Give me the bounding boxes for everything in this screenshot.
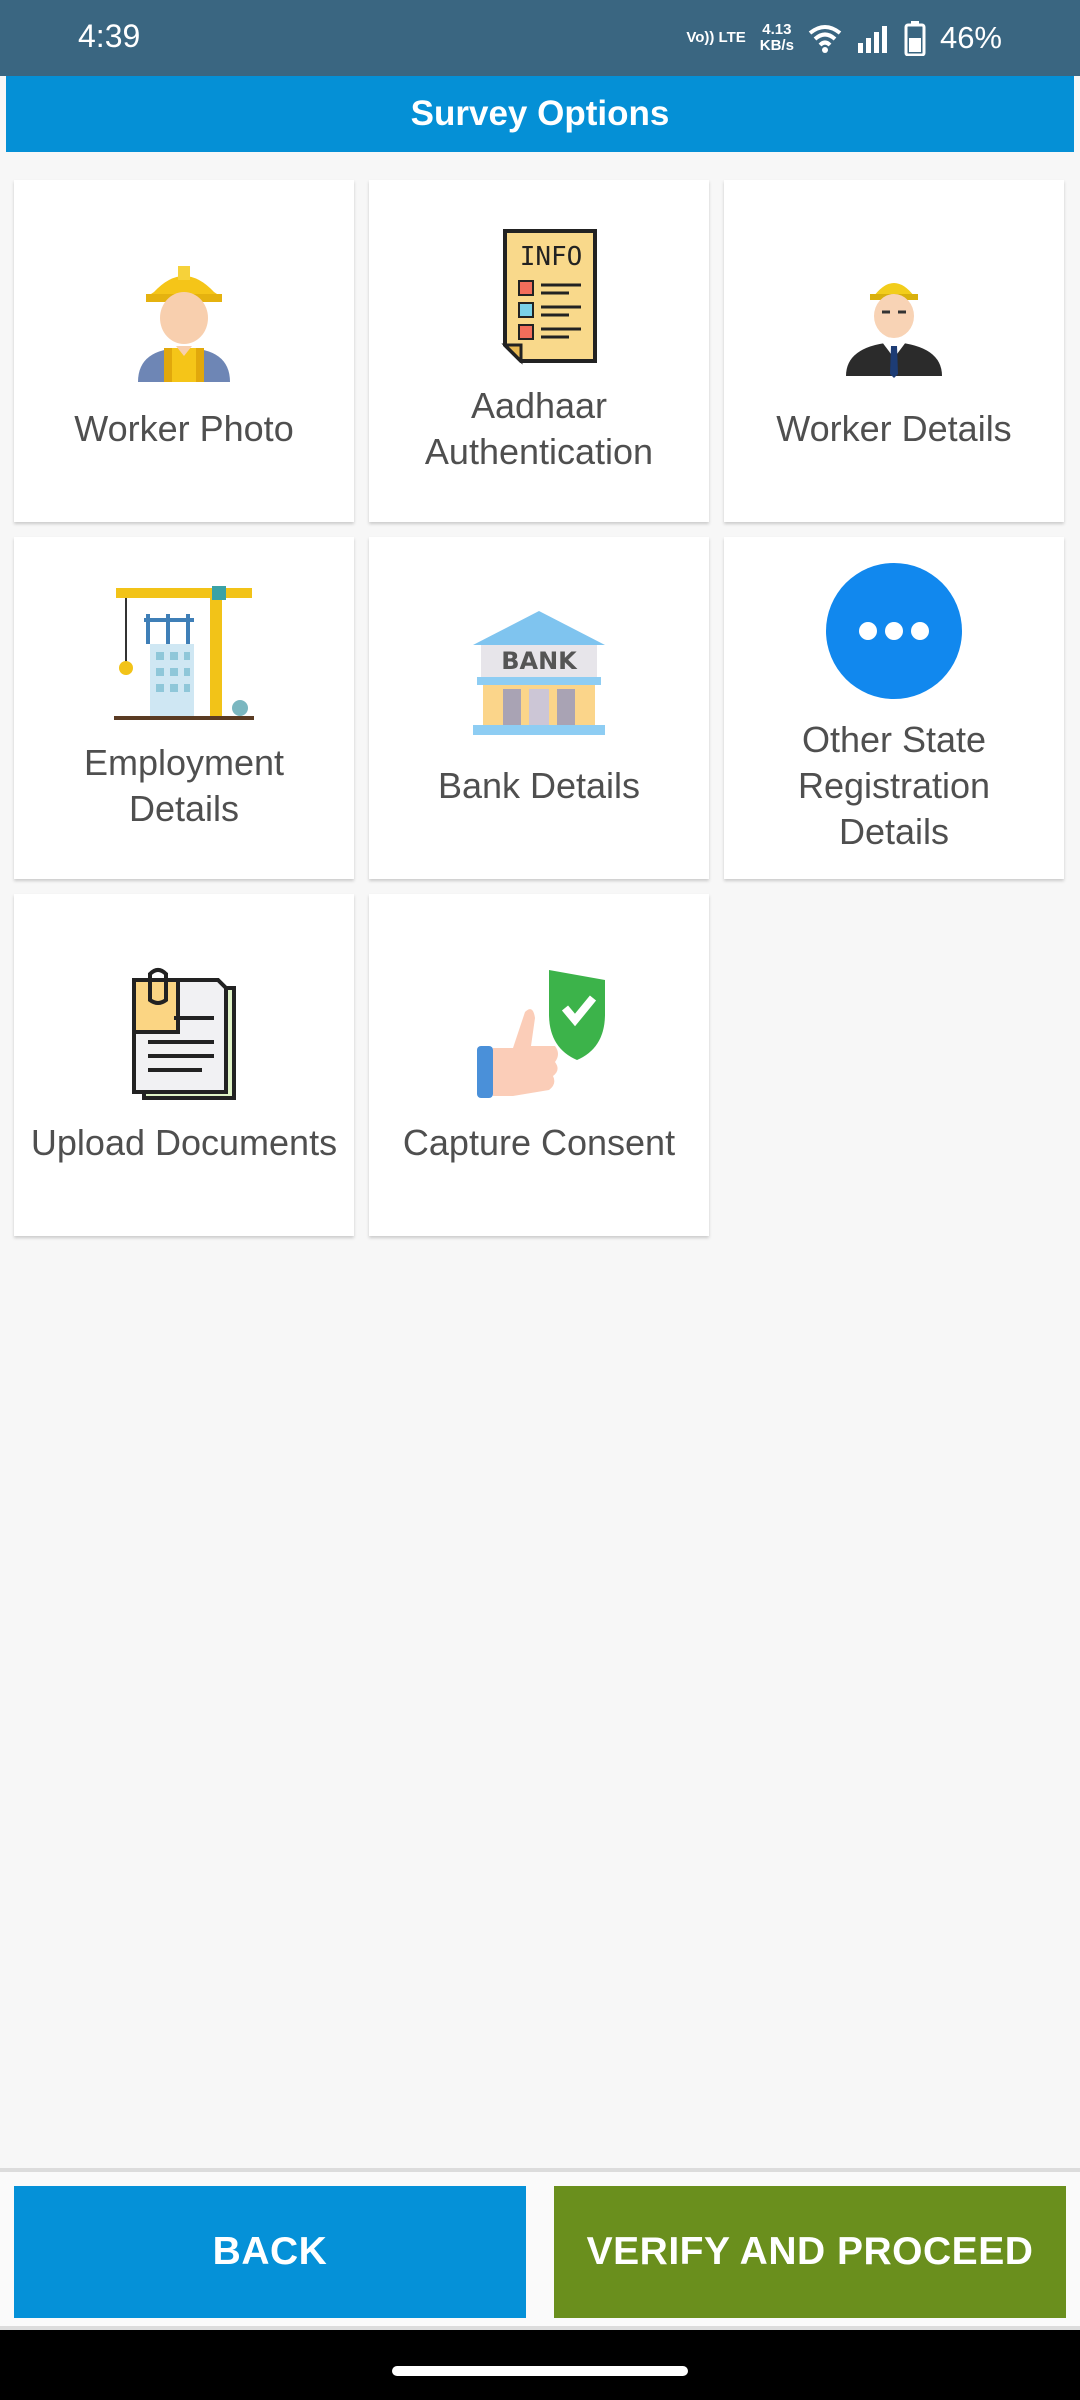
network-speed-unit: KB/s <box>759 37 794 54</box>
battery-icon <box>904 21 926 56</box>
network-speed: 4.13 KB/s <box>760 22 794 54</box>
wifi-icon <box>808 25 842 53</box>
upload-documents-tile[interactable]: Upload Documents <box>14 894 354 1236</box>
worker-photo-label: Worker Photo <box>74 408 294 449</box>
svg-text:INFO: INFO <box>520 242 583 272</box>
consent-icon <box>469 964 609 1104</box>
worker-details-label: Worker Details <box>776 408 1012 449</box>
footer-panel: BACK VERIFY AND PROCEED <box>0 2168 1080 2330</box>
network-type: Vo)) LTE <box>686 29 746 46</box>
bank-details-label: Bank Details <box>437 765 641 806</box>
construction-crane-icon <box>114 584 254 724</box>
worker-photo-icon <box>114 250 254 390</box>
other-state-registration-tile[interactable]: Other State Registration Details <box>724 537 1064 879</box>
svg-text:BANK: BANK <box>501 647 578 675</box>
capture-consent-tile[interactable]: Capture Consent <box>369 894 709 1236</box>
worker-details-icon <box>824 250 964 390</box>
bank-icon: BANK <box>469 607 609 747</box>
home-handle[interactable] <box>392 2366 688 2376</box>
back-button[interactable]: BACK <box>14 2186 526 2318</box>
employment-details-tile[interactable]: Employment Details <box>14 537 354 879</box>
aadhaar-authentication-tile[interactable]: INFO Aadhaar Authentication <box>369 180 709 522</box>
other-state-registration-label: Other State Registration Details <box>797 719 991 852</box>
page-title: Survey Options <box>410 94 670 133</box>
worker-photo-tile[interactable]: Worker Photo <box>14 180 354 522</box>
navigation-bar <box>0 2330 1080 2400</box>
battery-percent: 46% <box>939 20 1002 55</box>
upload-documents-label: Upload Documents <box>30 1122 338 1163</box>
aadhaar-authentication-label: Aadhaar Authentication <box>424 385 654 472</box>
verify-and-proceed-button[interactable]: VERIFY AND PROCEED <box>554 2186 1066 2318</box>
status-time: 4:39 <box>78 18 141 54</box>
app-header: Survey Options <box>6 76 1074 152</box>
status-icons: Vo)) LTE 4.13 KB/s 46% <box>686 14 1002 62</box>
more-icon <box>824 561 964 701</box>
documents-icon <box>114 964 254 1104</box>
capture-consent-label: Capture Consent <box>402 1122 676 1163</box>
status-bar: 4:39 Vo)) LTE 4.13 KB/s 46% <box>0 0 1080 76</box>
employment-details-label: Employment Details <box>83 742 285 829</box>
bank-details-tile[interactable]: BANK Bank Details <box>369 537 709 879</box>
network-speed-value: 4.13 <box>762 21 792 38</box>
info-document-icon: INFO <box>469 227 609 367</box>
worker-details-tile[interactable]: Worker Details <box>724 180 1064 522</box>
signal-icon <box>857 26 887 53</box>
